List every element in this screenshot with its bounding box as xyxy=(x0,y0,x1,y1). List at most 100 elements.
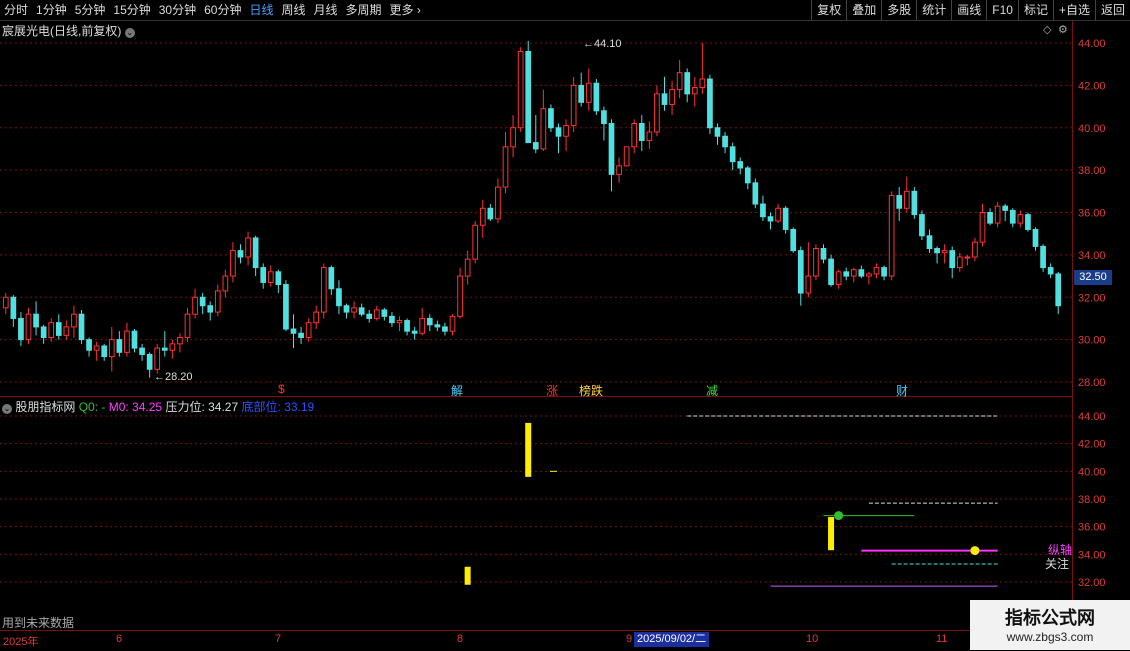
candle-body-86 xyxy=(654,93,660,133)
indicator-bar-2 xyxy=(828,516,835,551)
candle-body-22 xyxy=(169,343,176,351)
candle-body-37 xyxy=(283,284,289,330)
candle-body-23 xyxy=(177,337,183,345)
candle-body-116 xyxy=(881,267,887,277)
candle-body-67 xyxy=(510,127,516,148)
candle-body-122 xyxy=(926,235,933,250)
main-y-tick-2: 40.00 xyxy=(1078,123,1106,135)
candle-body-123 xyxy=(934,248,940,254)
candle-body-33 xyxy=(252,237,259,269)
candle-body-130 xyxy=(987,212,993,224)
candle-body-38 xyxy=(290,328,297,334)
watermark-title: 指标公式网 xyxy=(1005,608,1095,628)
main-y-tick-7: 30.00 xyxy=(1078,335,1106,347)
candle-body-62 xyxy=(472,224,479,260)
future-data-note: 用到未来数据 xyxy=(2,616,75,630)
candle-body-6 xyxy=(48,322,55,339)
event-marker-4[interactable]: 减 xyxy=(706,382,718,399)
candle-body-17 xyxy=(131,330,138,349)
candle-body-113 xyxy=(858,269,865,277)
watermark-url: www.zbgs3.com xyxy=(1006,630,1094,644)
candle-body-77 xyxy=(585,82,592,103)
candle-body-92 xyxy=(699,78,706,88)
candle-body-21 xyxy=(161,347,168,351)
candle-body-102 xyxy=(775,207,781,222)
candle-body-16 xyxy=(124,330,130,353)
candle-body-84 xyxy=(638,123,645,141)
candle-body-25 xyxy=(192,296,198,315)
date-label-jul: 7 xyxy=(275,633,282,645)
candle-body-114 xyxy=(866,273,872,277)
candle-body-48 xyxy=(366,313,373,319)
current-price-tag: 32.50 xyxy=(1074,270,1112,285)
high-label-value: 44.10 xyxy=(594,38,622,50)
candle-body-95 xyxy=(722,135,728,148)
candle-body-132 xyxy=(1002,205,1009,211)
ind-y-tick-6: 32.00 xyxy=(1078,577,1106,589)
ind-y-tick-4: 36.00 xyxy=(1078,522,1106,534)
candle-body-18 xyxy=(139,347,145,355)
candle-body-29 xyxy=(222,275,229,292)
candle-body-27 xyxy=(207,305,214,313)
candle-body-93 xyxy=(707,78,713,129)
candle-body-51 xyxy=(389,315,395,324)
candle-body-134 xyxy=(1017,214,1024,224)
event-marker-3[interactable]: 榜跌 xyxy=(579,382,603,399)
candle-body-136 xyxy=(1032,228,1039,247)
candle-body-3 xyxy=(25,313,32,341)
candle-body-53 xyxy=(404,320,410,332)
candle-body-81 xyxy=(616,165,622,175)
main-y-tick-4: 36.00 xyxy=(1078,208,1106,220)
candle-body-119 xyxy=(903,190,910,209)
candle-body-138 xyxy=(1047,267,1054,275)
candle-body-79 xyxy=(601,110,607,125)
candle-body-120 xyxy=(911,190,918,216)
candle-body-108 xyxy=(820,248,827,260)
candle-body-112 xyxy=(850,269,857,277)
candle-body-12 xyxy=(93,345,100,351)
candle-body-111 xyxy=(843,271,850,277)
candle-body-56 xyxy=(426,317,433,326)
event-marker-2[interactable]: 涨 xyxy=(546,382,558,399)
candle-body-1 xyxy=(10,296,17,319)
candle-body-40 xyxy=(305,322,312,339)
high-label: ←44.10 xyxy=(583,38,622,50)
watermark: 指标公式网 www.zbgs3.com xyxy=(970,600,1130,650)
date-axis: 2025年 6 7 8 9 2025/09/02/二 10 11 xyxy=(0,630,1130,651)
event-marker-1[interactable]: 解 xyxy=(451,382,463,399)
main-y-tick-6: 32.00 xyxy=(1078,292,1106,304)
candle-body-15 xyxy=(116,339,123,353)
candle-body-124 xyxy=(941,250,948,254)
date-label-nov: 11 xyxy=(936,633,948,645)
candle-body-45 xyxy=(343,305,350,313)
main-y-tick-0: 44.00 xyxy=(1078,38,1106,50)
candle-body-121 xyxy=(919,214,925,237)
date-label-jun: 6 xyxy=(116,633,123,645)
candle-body-99 xyxy=(752,182,759,205)
candle-body-106 xyxy=(805,275,812,294)
candle-body-139 xyxy=(1055,273,1062,307)
candle-body-107 xyxy=(813,248,819,277)
candle-body-75 xyxy=(570,84,577,127)
candle-body-44 xyxy=(336,288,342,307)
candle-body-85 xyxy=(646,131,653,141)
candle-body-87 xyxy=(661,93,668,105)
candle-body-74 xyxy=(563,125,569,137)
chart-canvas[interactable]: 44.00 42.00 40.00 38.00 36.00 34.00 32.00 30.00… xyxy=(0,0,1130,650)
candle-body-4 xyxy=(33,313,39,328)
event-marker-5[interactable]: 财 xyxy=(896,382,908,399)
candle-body-13 xyxy=(101,345,108,358)
candle-body-96 xyxy=(729,146,736,163)
event-marker-0[interactable]: $ xyxy=(278,382,285,396)
date-label-aug: 8 xyxy=(457,633,464,645)
low-label: ←28.20 xyxy=(154,371,193,383)
date-label-year: 2025年 xyxy=(3,636,39,648)
candle-body-70 xyxy=(532,142,539,150)
candle-body-101 xyxy=(767,216,774,222)
candle-body-31 xyxy=(237,250,244,258)
candle-body-98 xyxy=(744,167,751,184)
candle-body-28 xyxy=(214,290,221,313)
candle-body-125 xyxy=(949,250,956,269)
candle-body-137 xyxy=(1040,245,1046,269)
candle-body-54 xyxy=(411,330,418,334)
